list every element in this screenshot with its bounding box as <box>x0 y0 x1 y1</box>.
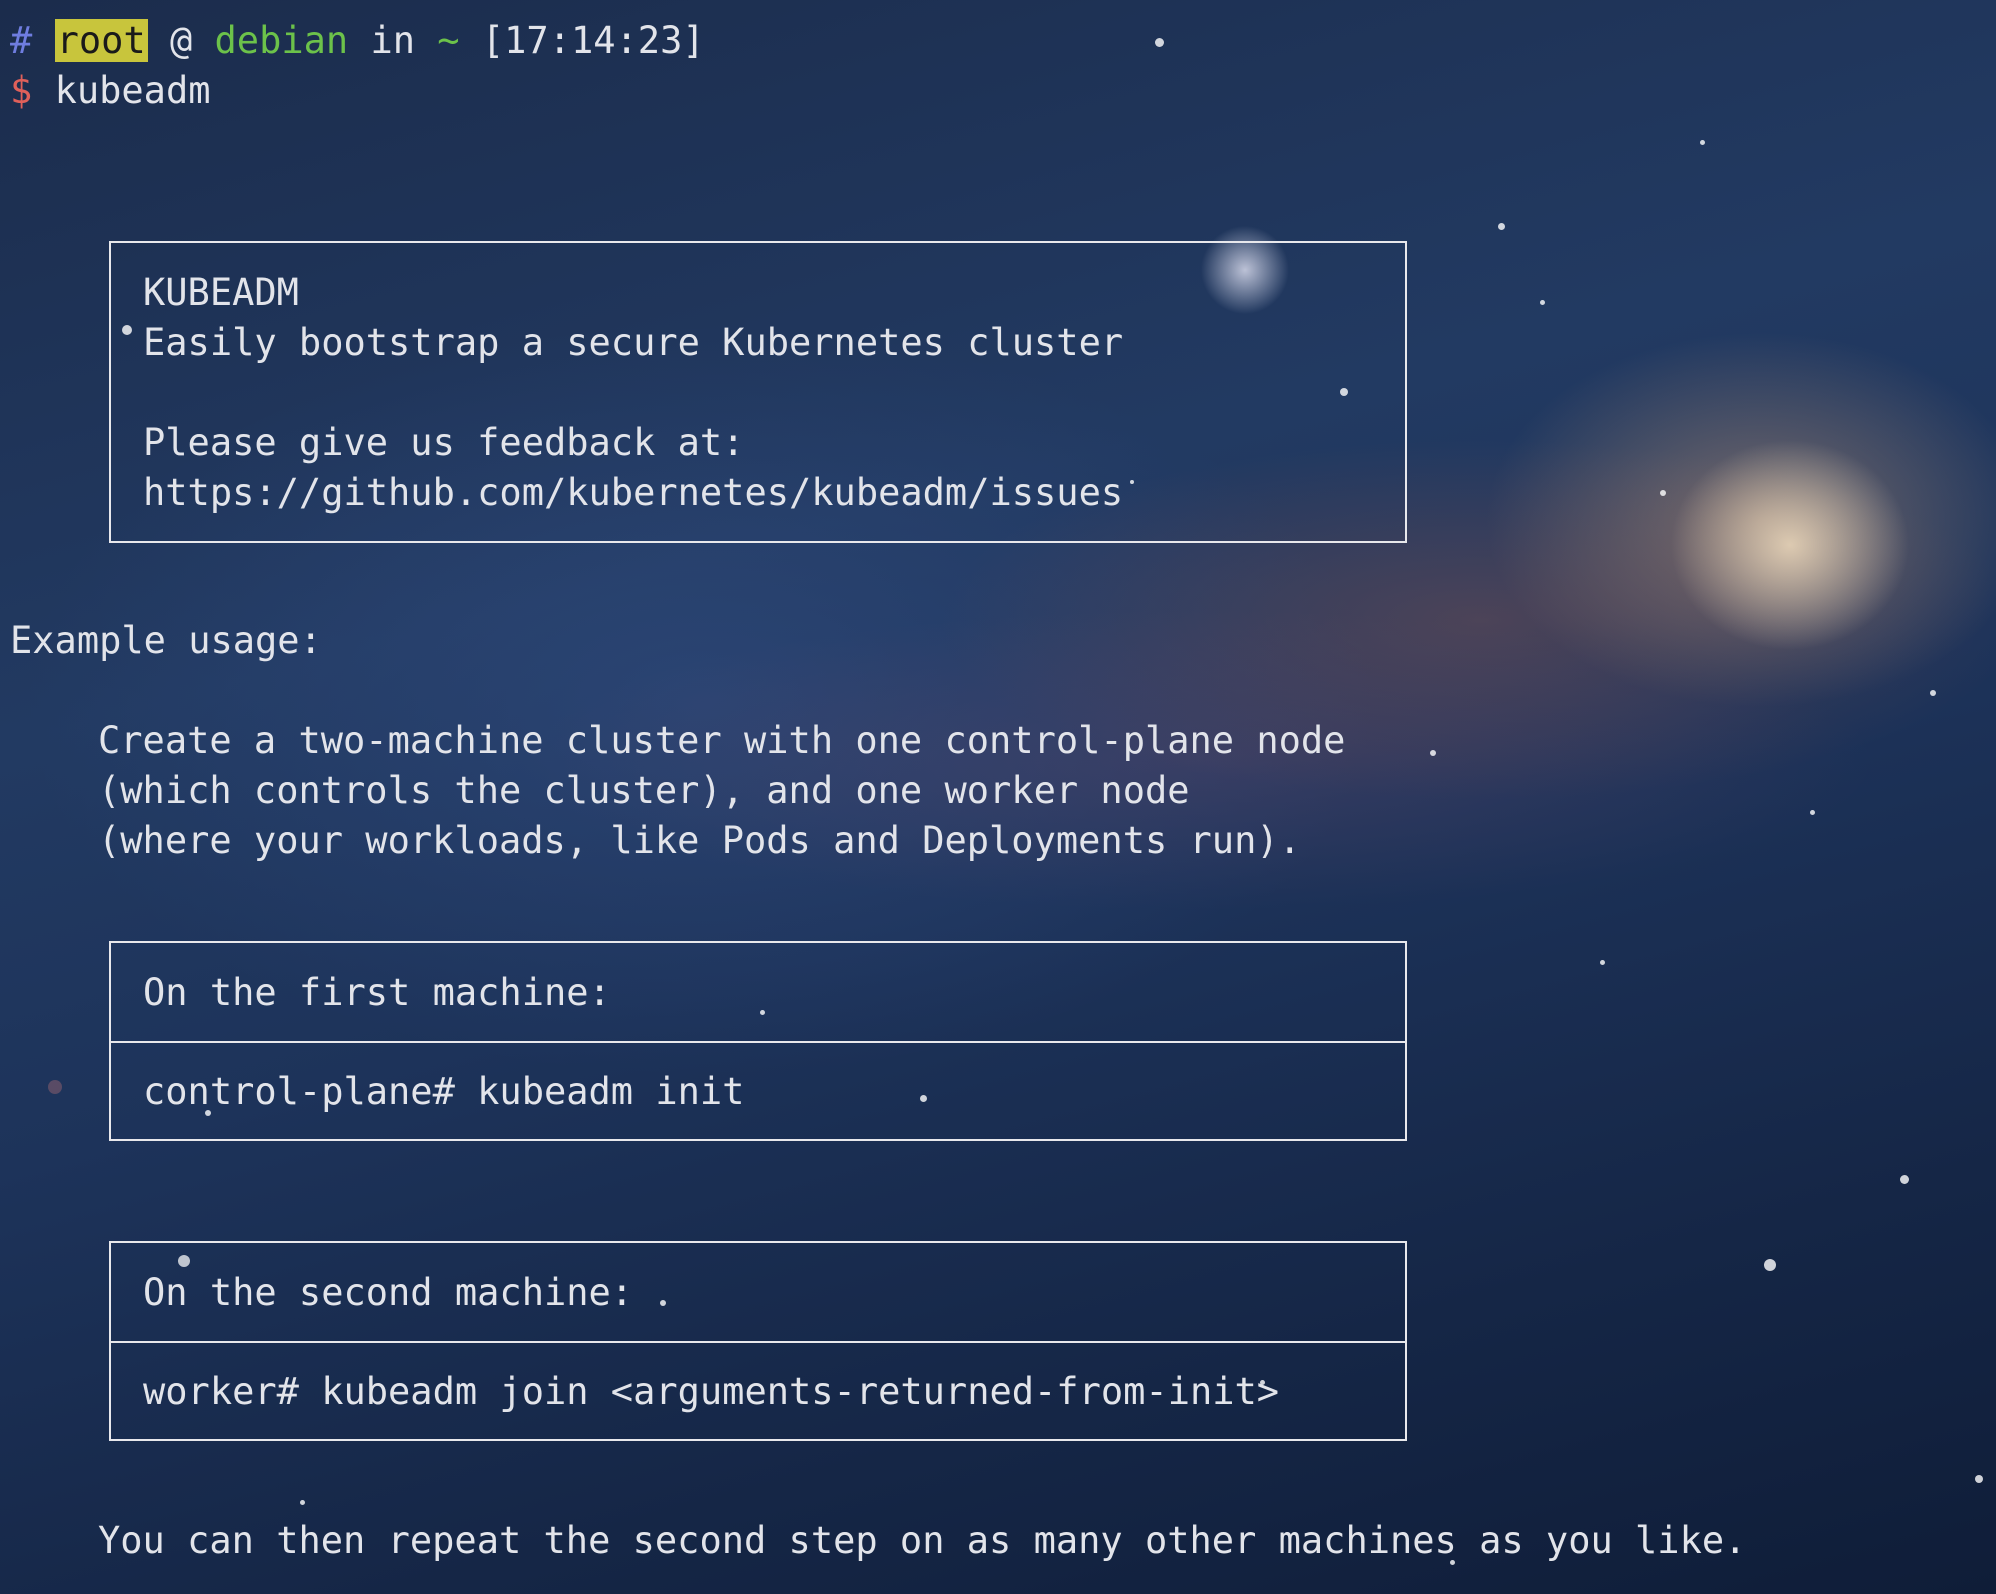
first-machine-label: On the first machine: <box>143 970 611 1014</box>
example-description-line-1: Create a two-machine cluster with one co… <box>98 719 1346 762</box>
kubeadm-banner-box: KUBEADM Easily bootstrap a secure Kubern… <box>109 241 1407 543</box>
example-footer: You can then repeat the second step on a… <box>98 1519 1747 1562</box>
banner-subtitle: Easily bootstrap a secure Kubernetes clu… <box>143 321 1124 364</box>
first-machine-command: control-plane# kubeadm init <box>111 1041 1405 1139</box>
second-machine-box: On the second machine: worker# kubeadm j… <box>109 1241 1407 1441</box>
command-line[interactable]: $ kubeadm <box>10 66 211 116</box>
command-text: kubeadm <box>54 69 211 112</box>
prompt-hash: # <box>10 19 33 62</box>
first-machine-box: On the first machine: control-plane# kub… <box>109 941 1407 1141</box>
example-description-line-2: (which controls the cluster), and one wo… <box>98 769 1190 812</box>
prompt-host: debian <box>214 19 349 62</box>
prompt-path: ~ <box>437 19 460 62</box>
banner-title: KUBEADM <box>143 271 299 314</box>
banner-spacer <box>111 368 1405 418</box>
banner-url[interactable]: https://github.com/kubernetes/kubeadm/is… <box>111 468 1405 518</box>
banner-feedback: Please give us feedback at: <box>143 421 745 464</box>
prompt-time: [17:14:23] <box>481 19 705 62</box>
prompt-at: @ <box>169 19 193 62</box>
example-description-line-3: (where your workloads, like Pods and Dep… <box>98 819 1301 862</box>
prompt-in: in <box>370 19 416 62</box>
prompt-dollar: $ <box>10 69 33 112</box>
example-heading: Example usage: <box>10 619 322 662</box>
second-machine-command: worker# kubeadm join <arguments-returned… <box>111 1341 1405 1439</box>
prompt-line: # root @ debian in ~ [17:14:23] <box>10 16 705 66</box>
second-machine-label: On the second machine: <box>143 1270 634 1314</box>
prompt-user: root <box>54 19 148 62</box>
